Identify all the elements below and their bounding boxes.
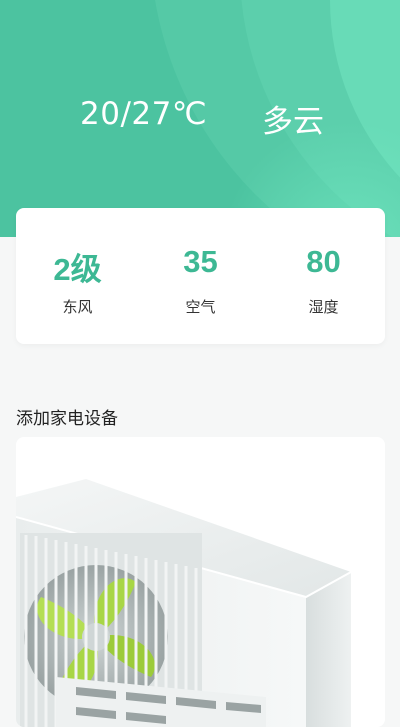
stat-humidity: 80 湿度 — [262, 208, 385, 344]
stat-wind: 2级 东风 — [16, 208, 139, 344]
device-card-air-conditioner[interactable] — [16, 437, 385, 727]
wind-direction-label: 东风 — [62, 298, 93, 316]
humidity-value: 80 — [306, 244, 341, 279]
weather-summary: 20/27℃ 多云 — [0, 96, 400, 140]
wind-level-value: 2级 — [53, 252, 102, 287]
weather-header: 20/27℃ 多云 — [0, 0, 400, 237]
weather-condition: 多云 — [262, 104, 324, 140]
temperature-range: 20/27℃ — [80, 96, 208, 132]
add-device-section-title: 添加家电设备 — [16, 409, 118, 429]
stat-air-quality: 35 空气 — [139, 208, 262, 344]
air-quality-label: 空气 — [185, 298, 216, 316]
humidity-label: 湿度 — [308, 298, 339, 316]
air-conditioner-icon — [16, 479, 352, 727]
air-quality-value: 35 — [183, 244, 218, 279]
weather-stats-card: 2级 东风 35 空气 80 湿度 — [16, 208, 385, 344]
